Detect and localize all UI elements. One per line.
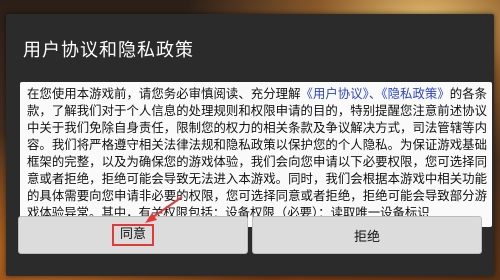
agreement-intro: 在您使用本游戏前，请您务必审慎阅读、充分理解 <box>27 86 301 101</box>
agreement-text: 在您使用本游戏前，请您务必审慎阅读、充分理解《用户协议》、《隐私政策》的各条款，… <box>27 85 487 221</box>
decline-button-label: 拒绝 <box>353 229 380 245</box>
agree-button[interactable]: 同意 <box>18 216 248 254</box>
agreement-scroll-area[interactable]: 在您使用本游戏前，请您务必审慎阅读、充分理解《用户协议》、《隐私政策》的各条款，… <box>20 82 492 227</box>
user-agreement-link[interactable]: 《用户协议》 <box>301 86 369 101</box>
link-separator: 、 <box>368 86 382 101</box>
decline-button[interactable]: 拒绝 <box>252 216 482 254</box>
dialog-title: 用户协议和隐私政策 <box>23 40 194 61</box>
privacy-policy-link[interactable]: 《隐私政策》 <box>381 86 449 101</box>
agreement-body: 的各条款，了解我们对于个人信息的处理规则和权限申请的目的，特别提醒您注意前述协议… <box>27 86 488 220</box>
agree-button-label: 同意 <box>111 224 154 246</box>
